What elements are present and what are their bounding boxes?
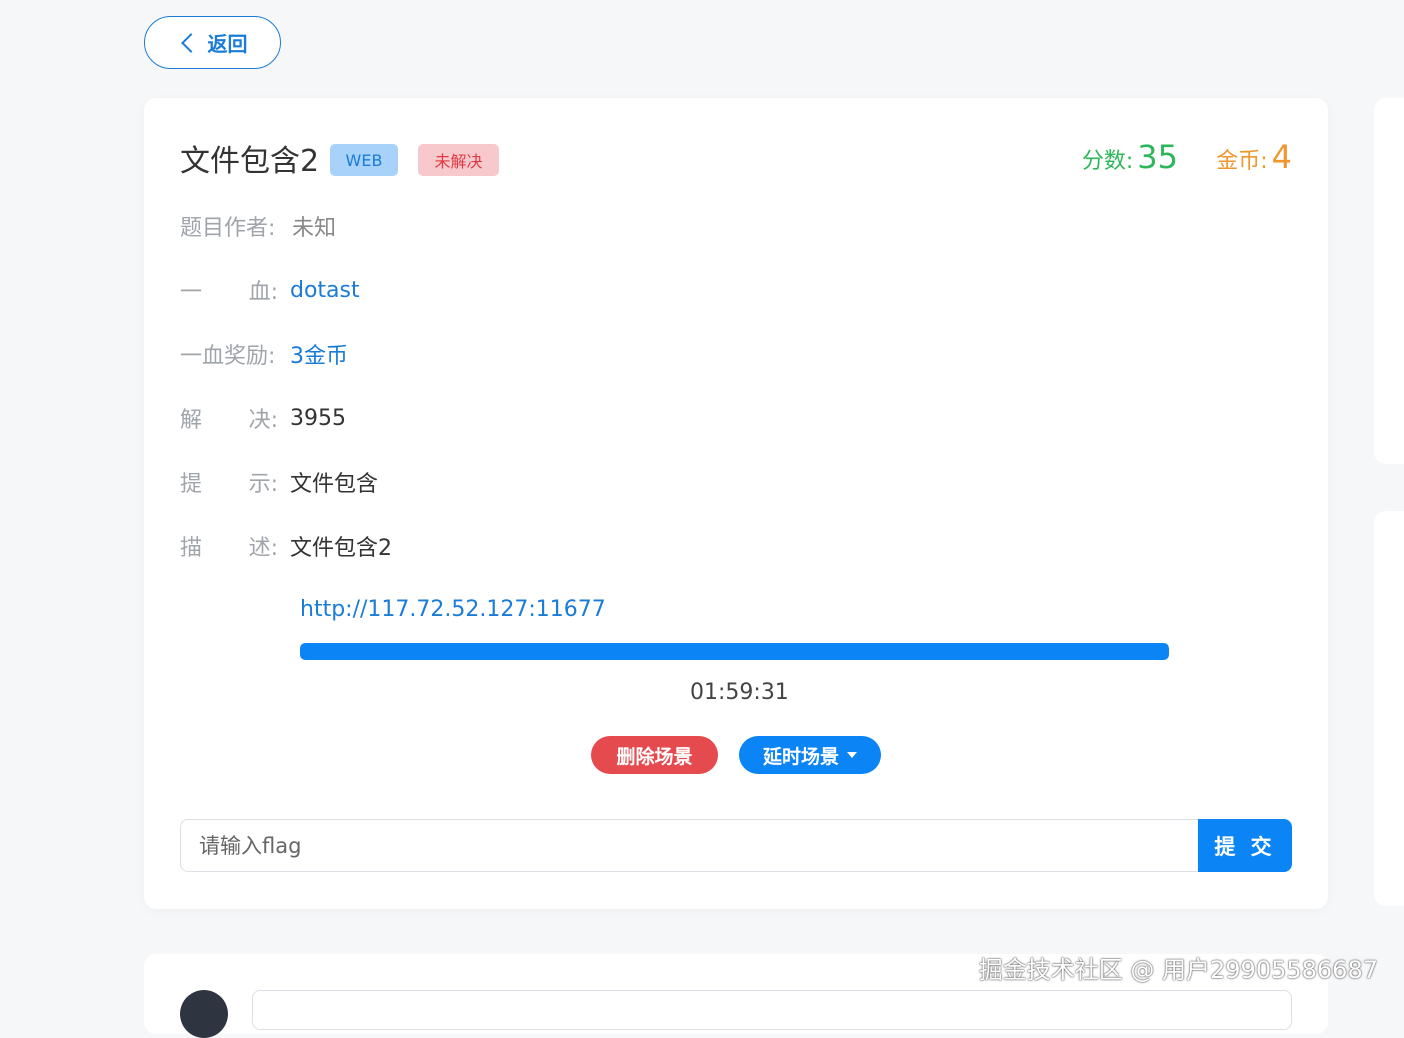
side-card-bottom xyxy=(1374,511,1404,906)
submit-flag-button[interactable]: 提 交 xyxy=(1198,819,1292,872)
hint-value: 文件包含 xyxy=(290,472,379,497)
flag-input[interactable] xyxy=(180,819,1198,872)
delay-scene-button[interactable]: 延时场景 xyxy=(739,736,881,774)
hint-row: 提示: 文件包含 xyxy=(180,466,378,498)
scene-url-link[interactable]: http://117.72.52.127:11677 xyxy=(300,597,606,622)
author-value: 未知 xyxy=(292,216,337,241)
description-value: 文件包含2 xyxy=(290,536,392,561)
score-value: 35 xyxy=(1137,138,1178,176)
coin-value: 4 xyxy=(1271,138,1292,176)
watermark: 掘金技术社区 @ 用户29905586687 xyxy=(978,956,1378,984)
reward-row: 一血奖励: 3金币 xyxy=(180,338,348,370)
side-card-top xyxy=(1374,98,1404,464)
solved-label: 解决: xyxy=(180,408,278,433)
description-label: 描述: xyxy=(180,536,278,561)
hint-label: 提示: xyxy=(180,472,278,497)
coin-label: 金币: xyxy=(1216,149,1268,174)
score-label: 分数: xyxy=(1081,149,1134,174)
reward-value: 3金币 xyxy=(290,344,348,369)
first-blood-label: 一血: xyxy=(180,280,278,305)
progress-fill xyxy=(300,643,1169,660)
first-blood-value[interactable]: dotast xyxy=(290,278,360,303)
category-badge: WEB xyxy=(330,144,398,176)
author-row: 题目作者: 未知 xyxy=(180,210,336,242)
challenge-title: 文件包含2 xyxy=(180,144,320,179)
back-button[interactable]: 返回 xyxy=(144,16,281,69)
back-label: 返回 xyxy=(207,32,248,56)
description-row: 描述: 文件包含2 xyxy=(180,530,392,562)
delay-scene-label: 延时场景 xyxy=(762,745,839,768)
challenge-card: 文件包含2 WEB 未解决 分数: 35 金币: 4 题目作者: 未知 一血: do… xyxy=(144,98,1328,909)
comment-input[interactable] xyxy=(252,990,1292,1030)
solved-row: 解决: 3955 xyxy=(180,402,346,434)
chevron-left-icon xyxy=(180,32,201,53)
solved-value: 3955 xyxy=(290,405,346,431)
scene-timer: 01:59:31 xyxy=(690,680,789,705)
caret-down-icon xyxy=(847,752,857,758)
coin-display: 金币: 4 xyxy=(1216,138,1292,176)
scene-progress-bar xyxy=(300,643,1169,660)
avatar xyxy=(180,990,228,1038)
score-display: 分数: 35 xyxy=(1082,138,1178,176)
delete-scene-label: 删除场景 xyxy=(616,745,693,768)
delete-scene-button[interactable]: 删除场景 xyxy=(591,736,718,774)
reward-label: 一血奖励: xyxy=(180,344,276,369)
first-blood-row: 一血: dotast xyxy=(180,274,360,306)
author-label: 题目作者: xyxy=(180,216,276,241)
status-badge: 未解决 xyxy=(418,144,499,176)
